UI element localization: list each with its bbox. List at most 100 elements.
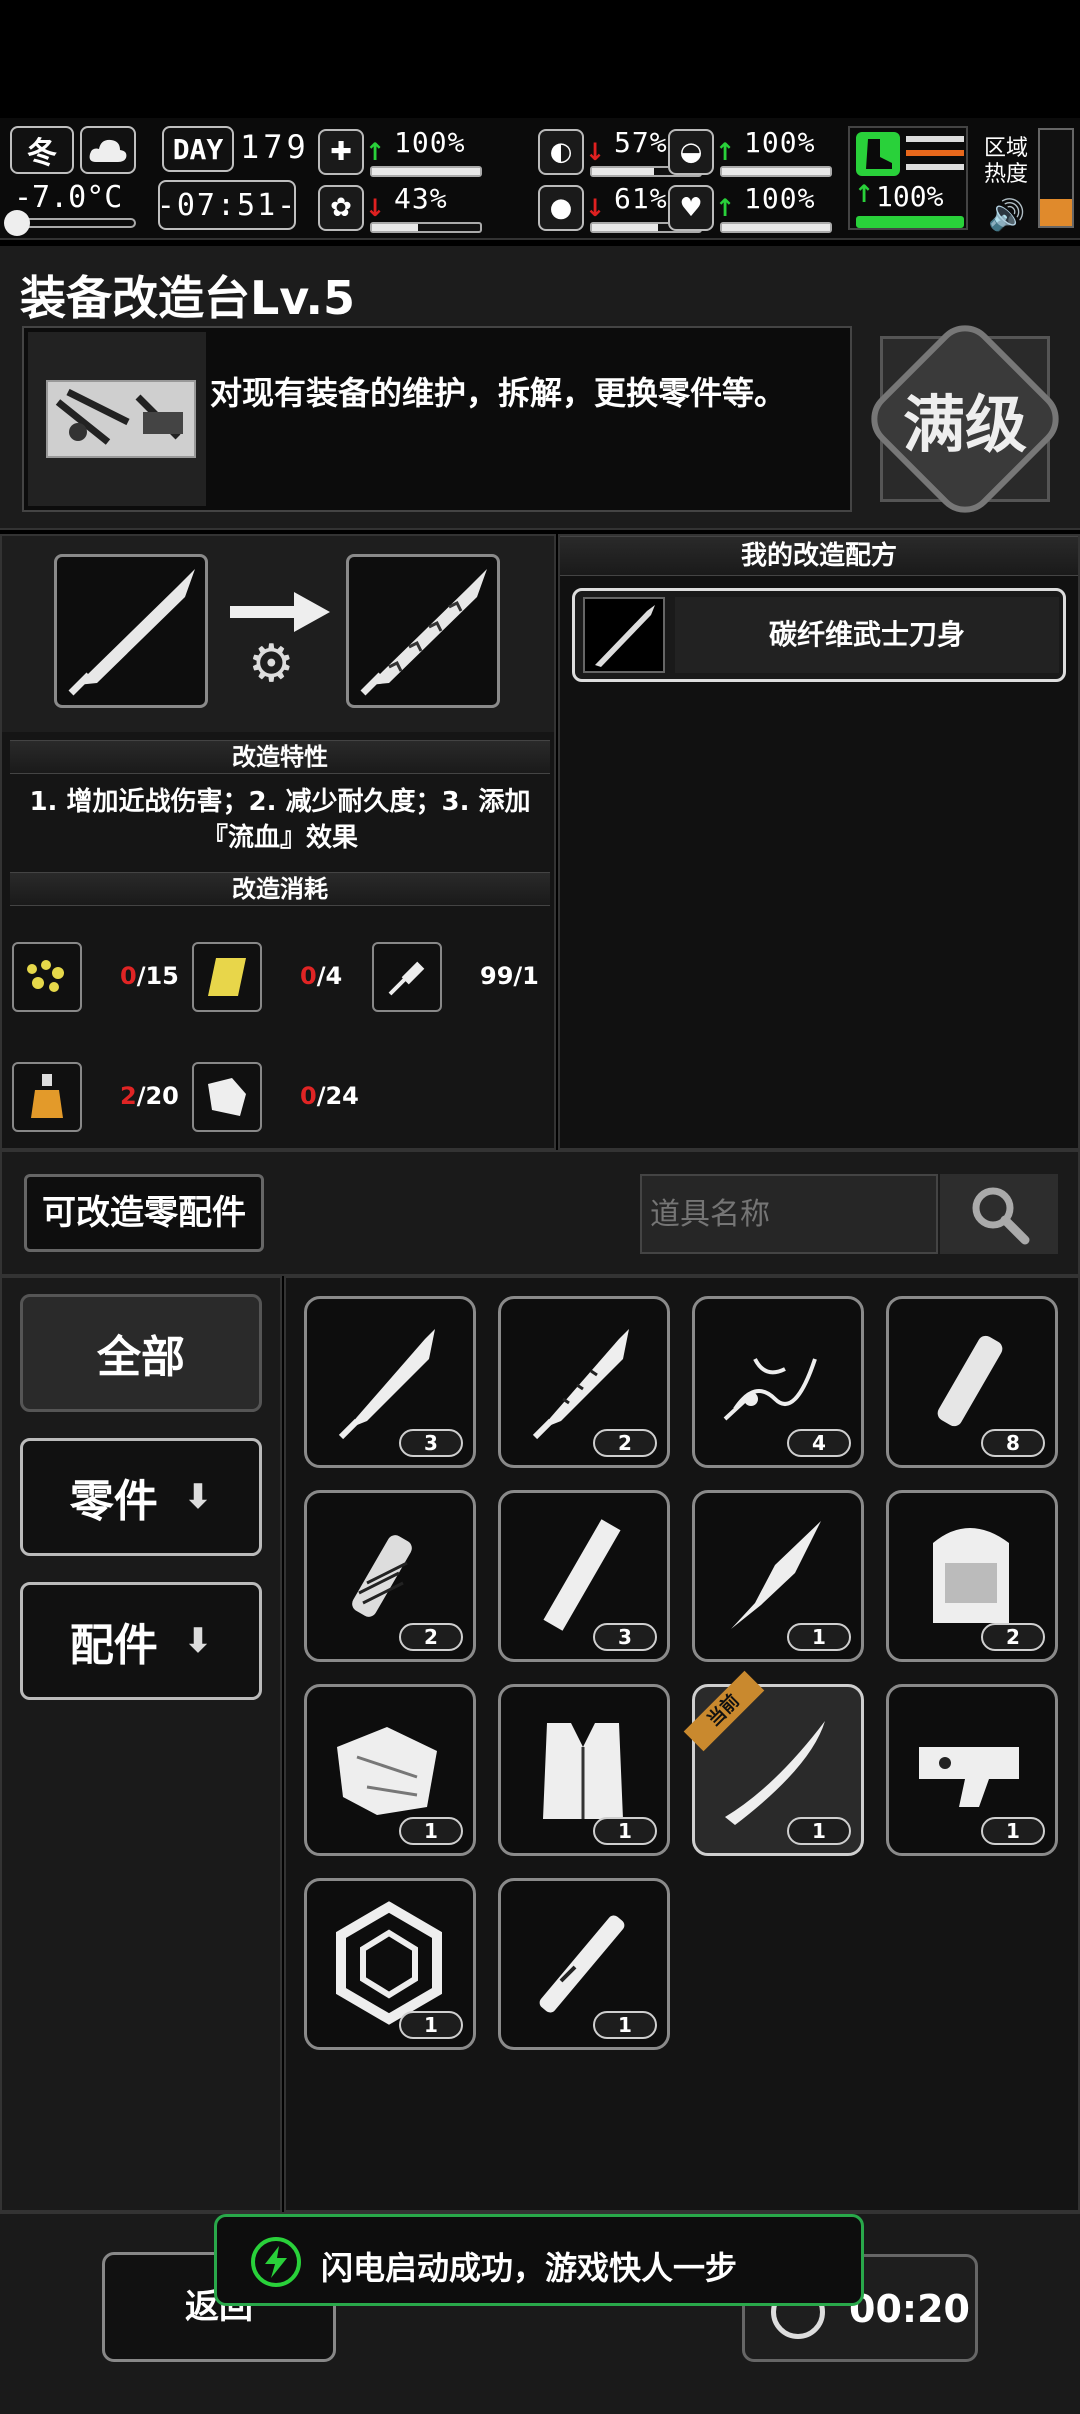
- cloud-weather-icon: [80, 126, 136, 174]
- stamina-arrow: ↑: [854, 180, 875, 208]
- recipe-label: 碳纤维武士刀身: [675, 597, 1059, 673]
- stat-arrow: ↓: [584, 194, 606, 222]
- stat-arrow: ↑: [714, 138, 736, 166]
- cost-have: 2: [120, 1082, 137, 1110]
- part-item[interactable]: 3: [304, 1296, 476, 1468]
- item-count: 1: [399, 2011, 463, 2039]
- item-count: 1: [593, 2011, 657, 2039]
- clock-readout: -07:51-: [157, 180, 296, 230]
- brain-icon: ✿: [318, 185, 364, 231]
- result-item-slot[interactable]: [346, 554, 500, 708]
- cost-header: 改造消耗: [10, 872, 550, 906]
- part-item[interactable]: 4: [692, 1296, 864, 1468]
- cloth-icon[interactable]: [192, 1062, 262, 1132]
- cost-need: /24: [316, 1082, 359, 1110]
- day-counter: 179: [240, 128, 310, 166]
- item-count: 1: [593, 1817, 657, 1845]
- part-item[interactable]: 1: [304, 1684, 476, 1856]
- part-item[interactable]: 1: [498, 1684, 670, 1856]
- potion-bottle-icon[interactable]: [12, 1062, 82, 1132]
- part-item[interactable]: 8: [886, 1296, 1058, 1468]
- part-item[interactable]: 1 当前: [683, 1670, 864, 1856]
- stat-bar: [720, 166, 832, 177]
- cost-amount: 0/24: [300, 1082, 359, 1110]
- item-count: 2: [593, 1429, 657, 1457]
- arrow-down-icon: ⬇: [183, 1621, 213, 1661]
- cost-need: /1: [513, 962, 539, 990]
- stat-bar: [370, 166, 482, 177]
- category-all[interactable]: 全部: [20, 1294, 262, 1412]
- heart-icon: ♥: [668, 185, 714, 231]
- part-item[interactable]: 1: [498, 1878, 670, 2050]
- scrap-pile-icon[interactable]: [12, 942, 82, 1012]
- season-label: 冬: [27, 136, 57, 171]
- cost-have: 0: [300, 962, 317, 990]
- status-bar: 冬 -7.0°C DAY 179 -07:51- ✚ ↑ 100% ◐ ↓ 57% ◒ ↑ 10…: [0, 118, 1080, 240]
- stat-value: 43%: [394, 182, 448, 215]
- part-item[interactable]: 1: [304, 1878, 476, 2050]
- thermometer-icon: [4, 210, 30, 236]
- stat-bar-fill: [592, 168, 654, 175]
- stamina-bar-fill: [858, 218, 962, 226]
- stat-value: 57%: [614, 126, 668, 159]
- stat-value: 100%: [744, 182, 816, 215]
- category-label: 配件: [69, 1620, 158, 1671]
- parts-toolbar: 可改造零配件: [0, 1150, 1080, 1276]
- part-item[interactable]: 2: [886, 1490, 1058, 1662]
- day-label: DAY: [162, 126, 234, 172]
- serrated-blade-icon: [583, 597, 665, 673]
- stat-bar-fill: [592, 224, 658, 231]
- item-count: 1: [981, 1817, 1045, 1845]
- zone-heat-gauge: [1038, 128, 1074, 228]
- recipes-header: 我的改造配方: [560, 536, 1078, 576]
- category-label: 零件: [69, 1476, 158, 1527]
- stat-bar: [720, 222, 832, 233]
- stat-bar-fill: [372, 224, 419, 231]
- recipes-panel: 我的改造配方 碳纤维武士刀身: [558, 534, 1080, 1150]
- toast-text: 闪电启动成功，游戏快人一步: [321, 2249, 738, 2287]
- recipe-item[interactable]: 碳纤维武士刀身: [572, 588, 1066, 682]
- stat-bar-fill: [722, 168, 830, 175]
- stat-health: ✚ ↑ 100%: [318, 126, 488, 178]
- stat-value: 100%: [394, 126, 466, 159]
- max-level-text: 满级: [902, 387, 1028, 461]
- part-item[interactable]: 2: [498, 1296, 670, 1468]
- stat-arrow: ↓: [364, 194, 386, 222]
- stat-mood: ✿ ↓ 43%: [318, 182, 488, 234]
- trait-text: 1. 增加近战伤害；2. 减少耐久度；3. 添加『流血』效果: [29, 787, 531, 853]
- trait-header: 改造特性: [10, 740, 550, 774]
- stat-bar-fill: [372, 168, 480, 175]
- water-drop-icon: ●: [538, 185, 584, 231]
- part-item[interactable]: 3: [498, 1490, 670, 1662]
- cost-amount: 0/15: [120, 962, 179, 990]
- category-label: 全部: [97, 1332, 185, 1383]
- search-button[interactable]: [940, 1174, 1058, 1254]
- workbench-description-panel: 对现有装备的维护，拆解，更换零件等。: [22, 326, 852, 512]
- modify-panel: ⚙ 改造特性 1. 增加近战伤害；2. 减少耐久度；3. 添加『流血』效果 改造…: [0, 534, 556, 1150]
- toast-notification: 闪电启动成功，游戏快人一步: [214, 2214, 864, 2306]
- part-item[interactable]: 2: [304, 1490, 476, 1662]
- cost-have: 0: [300, 1082, 317, 1110]
- search-input[interactable]: [640, 1174, 938, 1254]
- source-item-slot[interactable]: [54, 554, 208, 708]
- cost-amount: 99/1: [480, 962, 539, 990]
- speaker-icon[interactable]: 🔊: [988, 198, 1025, 233]
- parts-tab[interactable]: 可改造零配件: [24, 1174, 264, 1252]
- medkit-icon: ✚: [318, 129, 364, 175]
- stat-armor: ◒ ↑ 100%: [668, 126, 838, 178]
- workbench-description: 对现有装备的维护，拆解，更换零件等。: [210, 374, 787, 412]
- cost-have: 99: [480, 962, 514, 990]
- gold-plate-icon[interactable]: [192, 942, 262, 1012]
- part-item[interactable]: 1: [886, 1684, 1058, 1856]
- stat-arrow: ↑: [364, 138, 386, 166]
- syringe-icon[interactable]: [372, 942, 442, 1012]
- part-item[interactable]: 1: [692, 1490, 864, 1662]
- workbench-header: 装备改造台Lv.5 对现有装备的维护，拆解，更换零件等。 满级: [0, 246, 1080, 530]
- stat-bar: [370, 222, 482, 233]
- category-accessories[interactable]: 配件 ⬇: [20, 1582, 262, 1700]
- cost-amount: 2/20: [120, 1082, 179, 1110]
- cost-have: 0: [120, 962, 137, 990]
- item-count: 1: [787, 1817, 851, 1845]
- category-parts[interactable]: 零件 ⬇: [20, 1438, 262, 1556]
- stat-arrow: ↓: [584, 138, 606, 166]
